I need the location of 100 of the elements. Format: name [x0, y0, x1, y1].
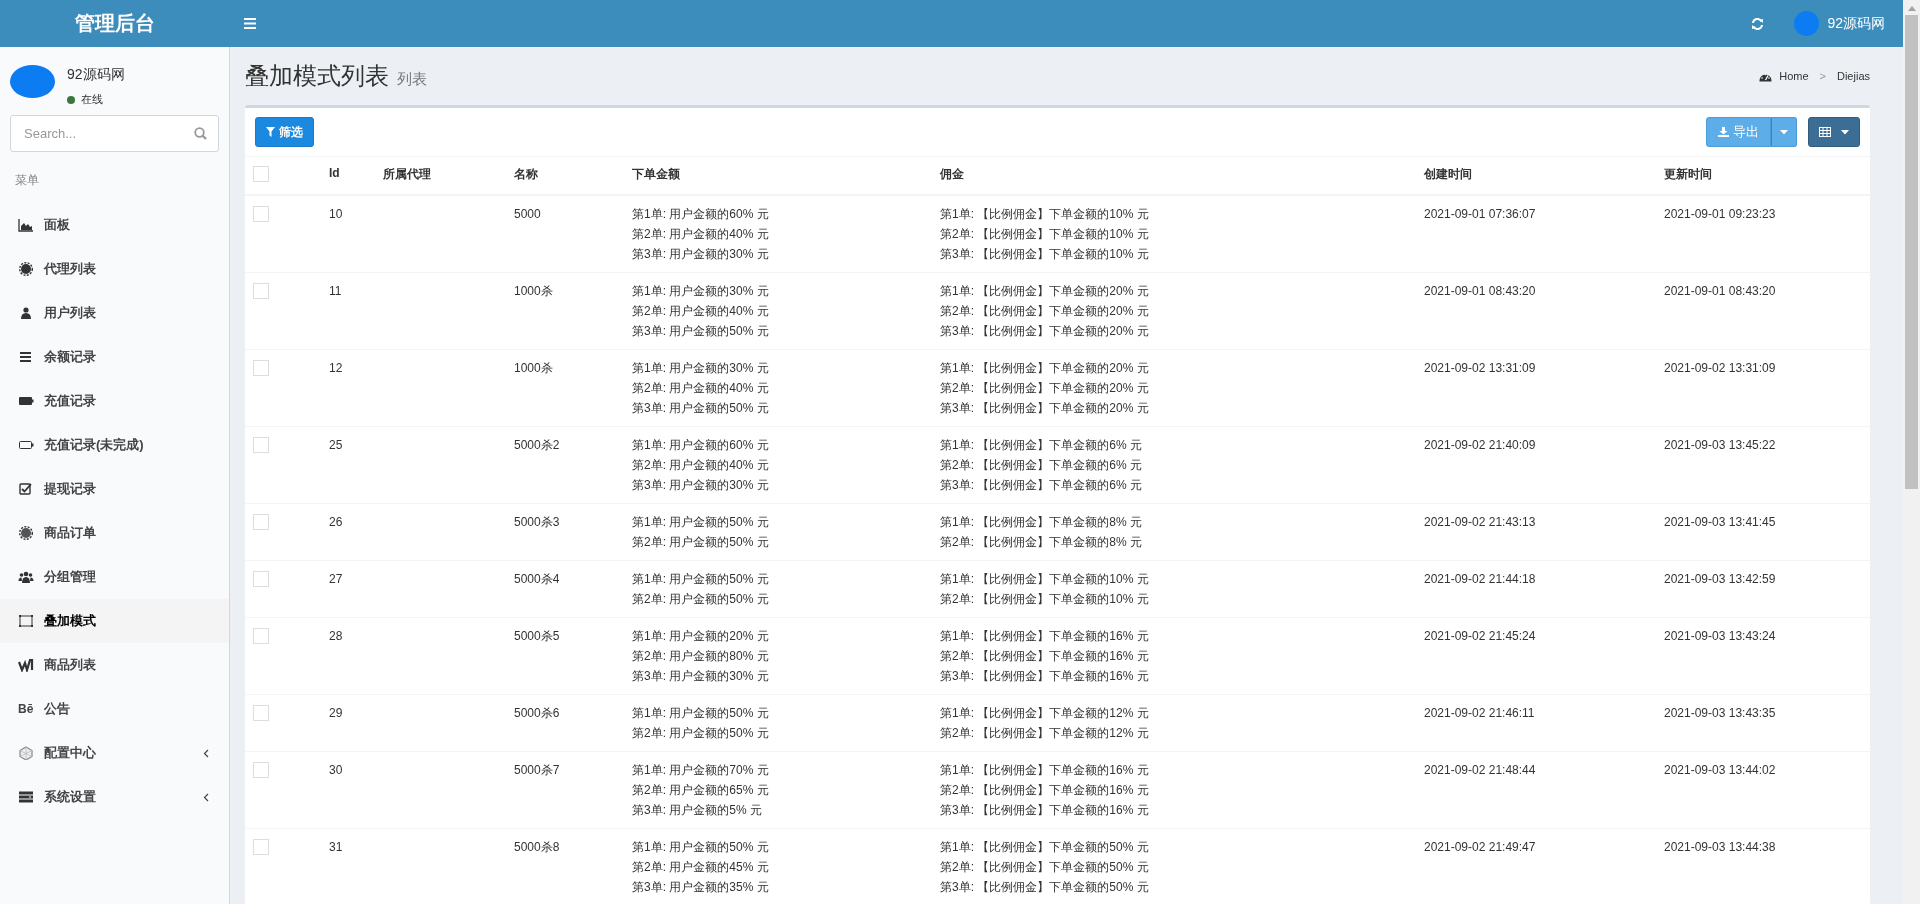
tier-text: 第1单: 【比例佣金】下单金额的20% 元	[940, 284, 1149, 298]
column-header[interactable]: 更新时间	[1664, 167, 1712, 181]
sidebar-item[interactable]: Bē 公告	[0, 687, 229, 731]
tier-text: 第2单: 用户金额的45% 元	[632, 860, 769, 874]
tier-text: 第2单: 用户金额的40% 元	[632, 381, 769, 395]
breadcrumb-separator: >	[1819, 70, 1826, 82]
sidebar-item[interactable]: 用户列表	[0, 291, 229, 335]
breadcrumb-item: Diejias	[1837, 70, 1870, 82]
scroll-up-arrow-icon[interactable]	[1907, 6, 1916, 11]
column-header[interactable]: Id	[329, 166, 340, 180]
filter-button[interactable]: 筛选	[255, 117, 314, 147]
row-checkbox[interactable]	[253, 437, 269, 453]
tier-text: 第1单: 【比例佣金】下单金额的20% 元	[940, 361, 1149, 375]
table-cell: 2021-09-01 08:43:20	[1424, 284, 1536, 298]
tier-text: 第2单: 【比例佣金】下单金额的10% 元	[940, 227, 1149, 241]
refresh-icon[interactable]	[1751, 17, 1765, 30]
table-cell: 2021-09-02 21:44:18	[1424, 572, 1536, 586]
checkbox-icon	[18, 482, 34, 496]
column-header[interactable]: 佣金	[940, 167, 964, 181]
table-cell: 30	[329, 763, 343, 777]
select-all-checkbox[interactable]	[253, 166, 269, 182]
column-header[interactable]: 创建时间	[1424, 167, 1472, 181]
export-dropdown-button[interactable]	[1771, 117, 1797, 147]
tier-text: 第3单: 用户金额的50% 元	[632, 324, 769, 338]
sidebar-item[interactable]: 叠加模式	[0, 599, 229, 643]
tier-text: 第3单: 【比例佣金】下单金额的10% 元	[940, 247, 1149, 261]
menu-icon[interactable]	[244, 18, 256, 29]
search-icon[interactable]	[194, 127, 207, 140]
table-cell: 2021-09-03 13:44:38	[1664, 840, 1776, 854]
tier-text: 第1单: 【比例佣金】下单金额的8% 元	[940, 515, 1143, 529]
scrollbar[interactable]	[1903, 0, 1920, 904]
tier-text: 第1单: 用户金额的50% 元	[632, 840, 769, 854]
row-checkbox[interactable]	[253, 705, 269, 721]
row-checkbox[interactable]	[253, 571, 269, 587]
caret-icon	[1780, 129, 1788, 135]
table-cell: 5000杀7	[514, 763, 560, 777]
tier-text: 第2单: 【比例佣金】下单金额的16% 元	[940, 649, 1149, 663]
users-icon	[18, 570, 34, 584]
row-checkbox[interactable]	[253, 206, 269, 222]
sidebar-item[interactable]: 面板	[0, 203, 229, 247]
status-dot	[67, 95, 75, 104]
tier-text: 第1单: 【比例佣金】下单金额的10% 元	[940, 207, 1149, 221]
columns-button[interactable]	[1808, 117, 1860, 147]
sidebar-item[interactable]: 充值记录	[0, 379, 229, 423]
sidebar-item[interactable]: 余额记录	[0, 335, 229, 379]
tier-text: 第1单: 【比例佣金】下单金额的12% 元	[940, 706, 1149, 720]
vine-icon	[18, 658, 34, 672]
brand-title[interactable]: 管理后台	[0, 10, 230, 37]
sidebar-item[interactable]: 系统设置	[0, 775, 229, 819]
tier-text: 第2单: 【比例佣金】下单金额的20% 元	[940, 304, 1149, 318]
menu-section-label: 菜单	[14, 172, 40, 189]
table-cell: 5000杀5	[514, 629, 560, 643]
hexagon-icon	[18, 746, 34, 760]
sidebar-item[interactable]: 商品列表	[0, 643, 229, 687]
user-name[interactable]: 92源码网	[1827, 14, 1885, 33]
table-cell: 5000杀4	[514, 572, 560, 586]
row-checkbox[interactable]	[253, 283, 269, 299]
user-avatar[interactable]	[1794, 11, 1820, 36]
tier-text: 第1单: 用户金额的30% 元	[632, 284, 769, 298]
row-checkbox[interactable]	[253, 360, 269, 376]
tier-text: 第3单: 用户金额的35% 元	[632, 880, 769, 894]
row-checkbox[interactable]	[253, 839, 269, 855]
breadcrumb-item[interactable]: Home	[1779, 70, 1809, 82]
page-subtitle: 列表	[397, 70, 427, 89]
table-cell: 2021-09-01 08:43:20	[1664, 284, 1776, 298]
tier-text: 第1单: 【比例佣金】下单金额的16% 元	[940, 629, 1149, 643]
column-header[interactable]: 下单金额	[632, 167, 680, 181]
sidebar-item[interactable]: 代理列表	[0, 247, 229, 291]
sidebar-item[interactable]: 分组管理	[0, 555, 229, 599]
area-chart-icon	[18, 218, 34, 232]
table-cell: 2021-09-03 13:41:45	[1664, 515, 1776, 529]
table-cell: 2021-09-01 09:23:23	[1664, 207, 1776, 221]
sidebar-item[interactable]: 充值记录(未完成)	[0, 423, 229, 467]
sidebar-item[interactable]: 提现记录	[0, 467, 229, 511]
row-checkbox[interactable]	[253, 762, 269, 778]
tier-text: 第2单: 【比例佣金】下单金额的16% 元	[940, 783, 1149, 797]
column-header[interactable]: 所属代理	[383, 167, 431, 181]
tier-text: 第2单: 【比例佣金】下单金额的12% 元	[940, 726, 1149, 740]
table-cell: 2021-09-02 21:46:11	[1424, 706, 1535, 720]
row-checkbox[interactable]	[253, 628, 269, 644]
table-cell: 2021-09-02 21:49:47	[1424, 840, 1536, 854]
table-cell: 31	[329, 840, 343, 854]
user-icon	[18, 306, 34, 320]
tier-text: 第1单: 用户金额的50% 元	[632, 572, 769, 586]
row-checkbox[interactable]	[253, 514, 269, 530]
table-cell: 2021-09-03 13:44:02	[1664, 763, 1776, 777]
tier-text: 第3单: 用户金额的50% 元	[632, 401, 769, 415]
table-cell: 5000杀8	[514, 840, 560, 854]
sidebar-item[interactable]: 商品订单	[0, 511, 229, 555]
tier-text: 第2单: 用户金额的40% 元	[632, 458, 769, 472]
search-field[interactable]: Search...	[10, 115, 219, 152]
server-icon	[18, 790, 34, 804]
table-cell: 5000杀3	[514, 515, 560, 529]
tier-text: 第1单: 用户金额的50% 元	[632, 706, 769, 720]
table-cell: 2021-09-02 21:43:13	[1424, 515, 1536, 529]
column-header[interactable]: 名称	[514, 167, 538, 181]
sidebar-item[interactable]: 配置中心	[0, 731, 229, 775]
table-cell: 12	[329, 361, 343, 375]
tier-text: 第3单: 用户金额的30% 元	[632, 669, 769, 683]
tier-text: 第1单: 用户金额的60% 元	[632, 207, 769, 221]
